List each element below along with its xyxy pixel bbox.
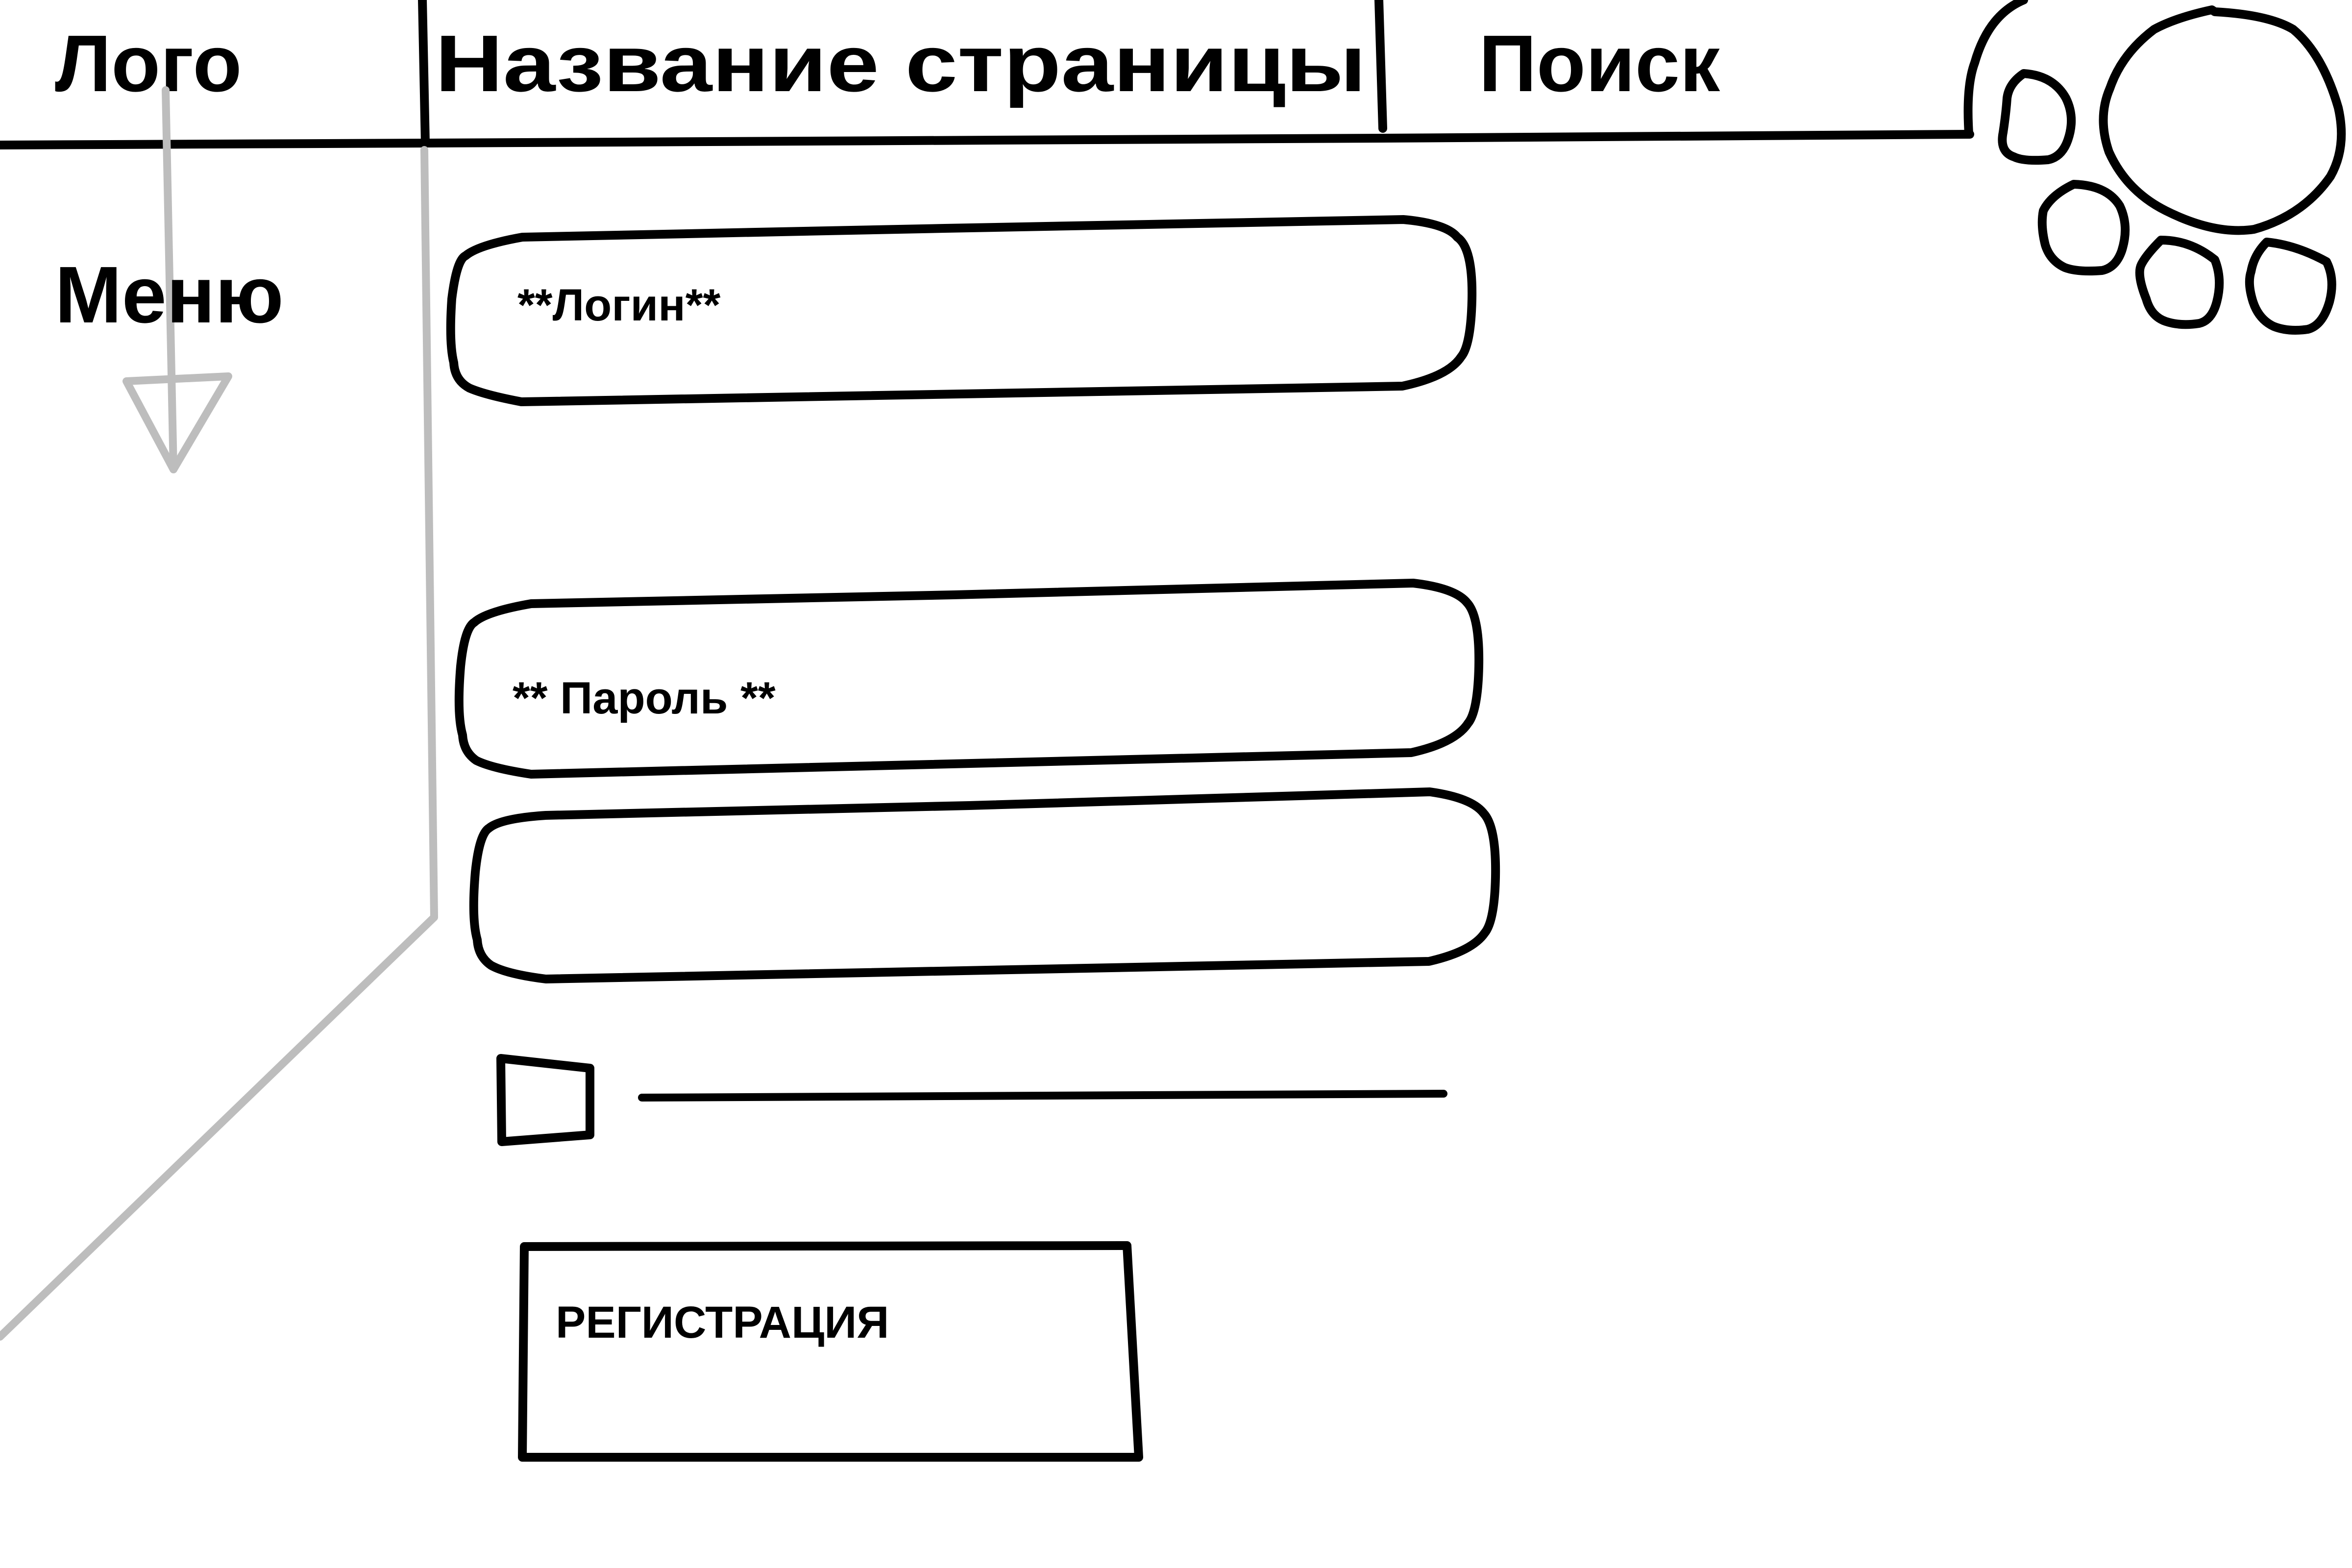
paw-pad-main [2099, 5, 2346, 235]
paw-icon[interactable] [1963, 0, 2346, 335]
remember-row [496, 1054, 1447, 1146]
logo[interactable]: Лого [55, 19, 242, 108]
checkbox-label-placeholder [638, 1090, 1447, 1102]
sidebar-menu[interactable]: Меню [55, 250, 284, 340]
register-button-label: РЕГИСТРАЦИЯ [556, 1298, 889, 1348]
extra-input-field[interactable] [469, 787, 1500, 983]
arrow-down-icon [122, 372, 232, 473]
header-bottom-rule [0, 130, 1974, 149]
checkbox[interactable] [496, 1054, 594, 1146]
login-label: **Логин** [517, 280, 721, 330]
paw-toe-2 [2037, 180, 2130, 276]
password-label: ** Пароль ** [513, 673, 776, 723]
login-field[interactable]: **Логин** [446, 215, 1477, 406]
paw-toe-1 [1998, 69, 2076, 165]
paw-toe-3 [2135, 236, 2224, 329]
search-field[interactable]: Поиск [1479, 19, 1720, 108]
header: Лого Название страницы Поиск [0, 0, 1974, 149]
header-divider-left [418, 0, 430, 147]
extra-input-field-border [469, 787, 1500, 983]
avatar-shoulder-curve [1963, 0, 2028, 138]
wireframe-canvas: Лого Название страницы Поиск Меню **Логи… [0, 0, 2346, 1462]
page-title: Название страницы [435, 19, 1366, 108]
paw-toe-4 [2245, 238, 2336, 335]
password-field[interactable]: ** Пароль ** [454, 579, 1484, 779]
register-button-border [518, 1241, 1143, 1462]
header-divider-right [1374, 0, 1387, 133]
register-button[interactable]: РЕГИСТРАЦИЯ [518, 1241, 1143, 1462]
